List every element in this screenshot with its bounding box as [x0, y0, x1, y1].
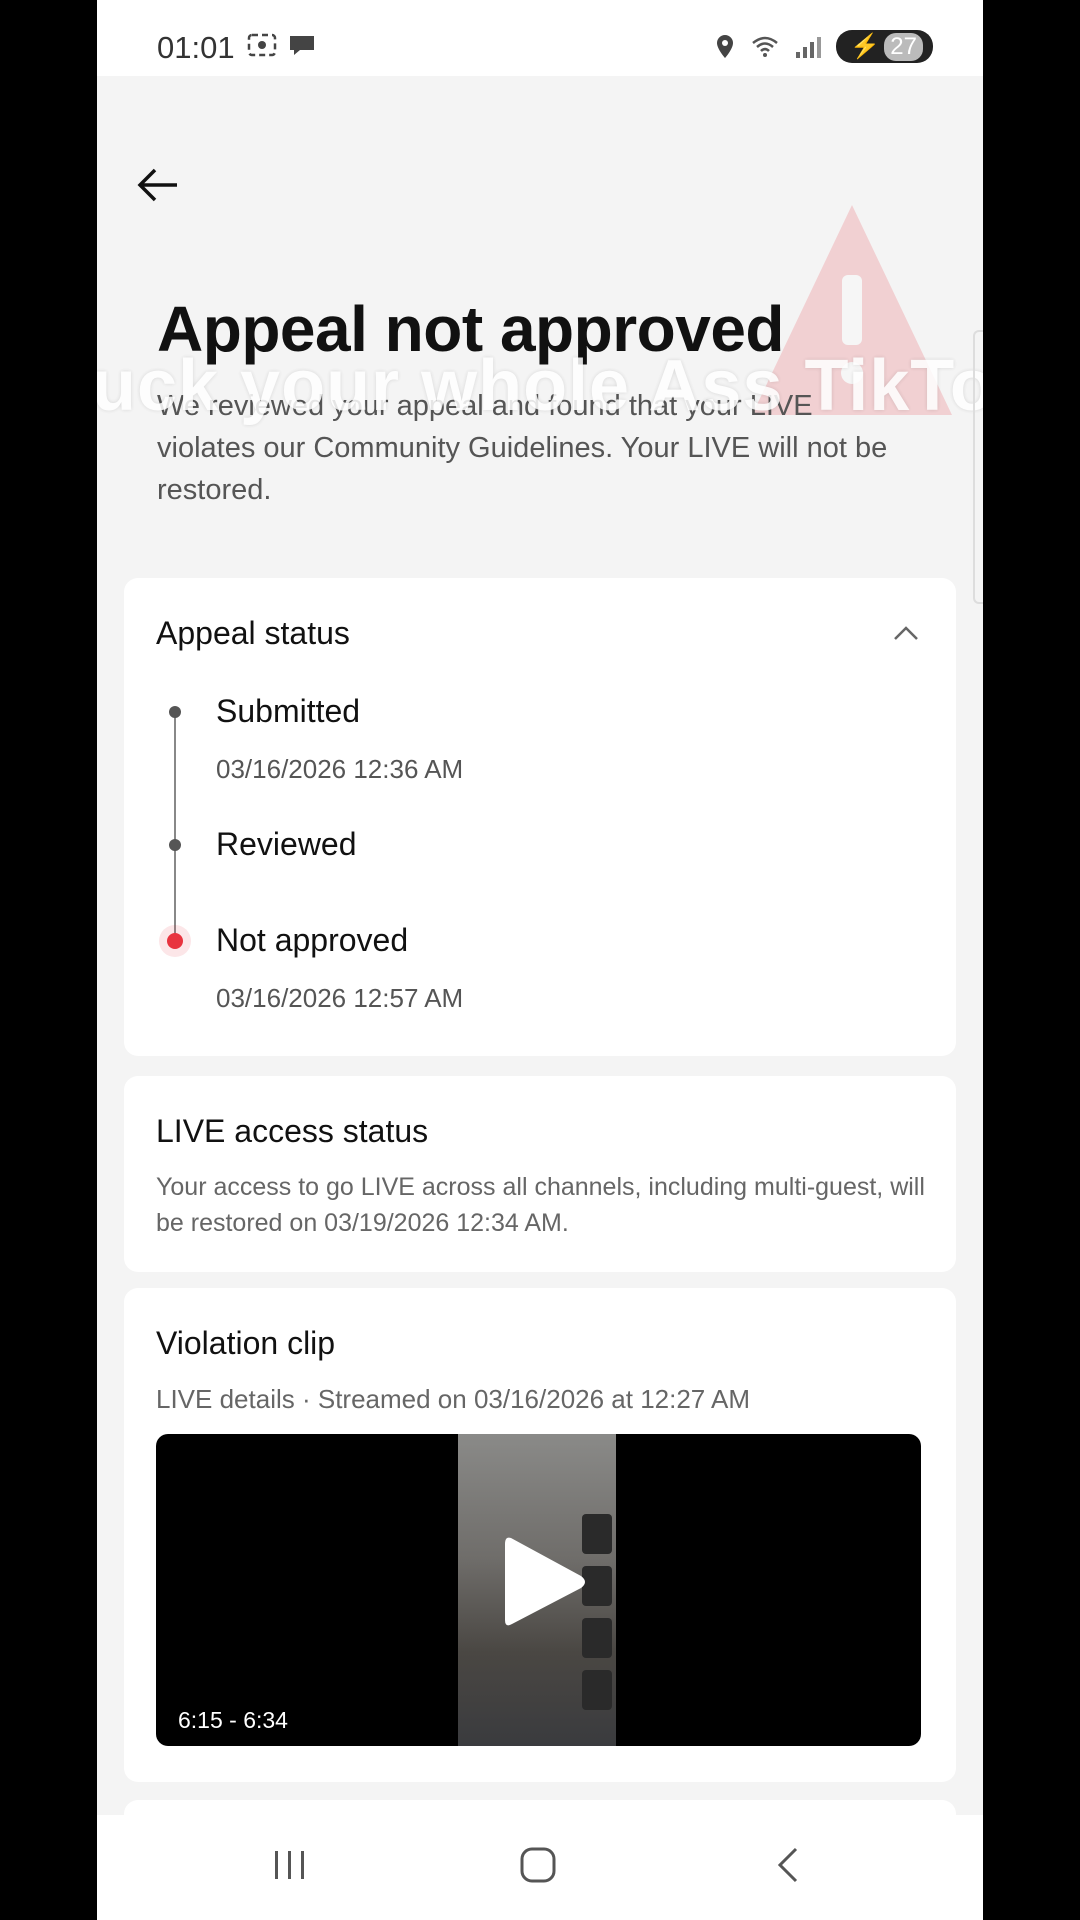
live-access-title: LIVE access status: [156, 1113, 429, 1149]
timeline-line: [174, 712, 176, 942]
violation-clip-title: Violation clip: [156, 1325, 336, 1361]
violation-clip-card: Violation clip LIVE details · Streamed o…: [124, 1288, 956, 1782]
home-icon[interactable]: [518, 1845, 558, 1885]
step-label-reviewed: Reviewed: [216, 826, 357, 862]
timeline-dot-submitted: [169, 706, 181, 718]
timeline-dot-not-approved: [167, 933, 183, 949]
back-arrow-icon[interactable]: [133, 160, 183, 210]
play-icon[interactable]: [499, 1532, 589, 1632]
live-access-card: LIVE access status Your access to go LIV…: [124, 1076, 956, 1272]
system-nav-bar: [97, 1815, 983, 1920]
timeline-dot-reviewed: [169, 839, 181, 851]
step-label-submitted: Submitted: [216, 693, 361, 729]
chevron-up-icon[interactable]: [892, 620, 920, 648]
battery-level: 27: [884, 32, 923, 61]
violation-video-player[interactable]: 6:15 - 6:34: [156, 1434, 921, 1746]
battery-icon: ⚡ 27: [836, 30, 933, 63]
chat-bubble-icon: [290, 36, 314, 55]
recent-apps-icon[interactable]: [270, 1845, 310, 1885]
step-date-submitted: 03/16/2026 12:36 AM: [216, 754, 464, 784]
step-label-not-approved: Not approved: [216, 922, 409, 958]
status-bar: 01:01 ⚡ 27: [97, 0, 983, 76]
signal-icon: [796, 36, 822, 58]
live-access-text: Your access to go LIVE across all channe…: [156, 1173, 925, 1237]
step-date-not-approved: 03/16/2026 12:57 AM: [216, 983, 464, 1013]
status-time: 01:01: [157, 30, 235, 65]
clip-time-range: 6:15 - 6:34: [178, 1707, 288, 1733]
location-icon: [717, 34, 734, 58]
wifi-icon: [752, 36, 779, 57]
nav-back-icon[interactable]: [768, 1845, 808, 1885]
violation-clip-subtitle: LIVE details · Streamed on 03/16/2026 at…: [156, 1384, 751, 1414]
appeal-status-card: Appeal status Submitted 03/16/2026 12:36…: [124, 578, 956, 1056]
phone-screen: 01:01 ⚡ 27 Appeal not approved We reviewe…: [97, 0, 983, 1920]
appeal-status-title: Appeal status: [156, 615, 350, 651]
overlay-caption: Fuck your whole Ass TikTok: [97, 346, 983, 426]
screen-record-icon: [247, 33, 277, 57]
scrollbar[interactable]: [973, 330, 983, 604]
